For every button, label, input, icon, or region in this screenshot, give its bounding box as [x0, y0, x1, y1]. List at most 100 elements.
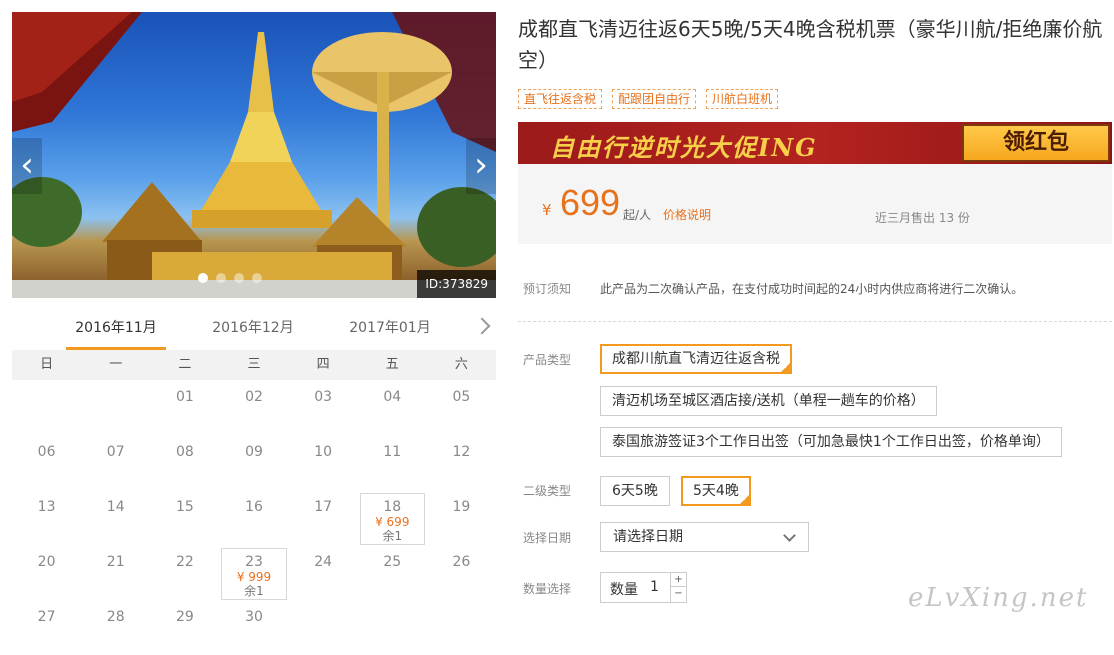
tab-month-2017-01[interactable]: 2017年01月: [340, 310, 440, 350]
calendar-day-available[interactable]: 23 ¥ 999 余1: [219, 545, 288, 600]
promo-banner[interactable]: 自由行逆时光大促ING 领红包: [518, 122, 1112, 164]
subtype-option[interactable]: 5天4晚 ✓: [681, 476, 751, 506]
temple-illustration: [12, 12, 496, 298]
calendar-next-icon[interactable]: [473, 317, 491, 335]
calendar-day: 10: [289, 435, 358, 490]
option-label: 泰国旅游签证3个工作日出签（可加急最快1个工作日出签，价格单询）: [612, 434, 1050, 450]
site-watermark: eLvXing.net: [908, 583, 1089, 613]
tab-month-2016-11[interactable]: 2016年11月: [66, 310, 166, 350]
calendar-day: 12: [427, 435, 496, 490]
calendar-day: 29: [150, 600, 219, 655]
gallery-dot[interactable]: [252, 273, 262, 283]
product-photo: ‹ › ID:373829: [12, 12, 496, 298]
calendar-day: 06: [12, 435, 81, 490]
calendar-day: [289, 600, 358, 655]
product-tag: 直飞往返含税: [518, 89, 603, 109]
calendar-week-row: 01 02 03 04 05: [12, 380, 496, 435]
calendar-grid: 01 02 03 04 05 06 07 08 09 10 11 12 13 14 15 16 17 18 ¥ 69…: [12, 380, 496, 655]
calendar-day-number: 26: [452, 554, 471, 570]
product-type-label: 产品类型: [523, 353, 572, 367]
weekday-label: 三: [247, 357, 261, 372]
gallery-dot[interactable]: [234, 273, 244, 283]
calendar-day: 09: [219, 435, 288, 490]
gallery-dot[interactable]: [216, 273, 226, 283]
chevron-down-icon: [783, 529, 796, 542]
product-type-option[interactable]: 成都川航直飞清迈往返含税 ✓: [600, 344, 792, 374]
section-divider: [518, 321, 1112, 322]
quantity-value[interactable]: 1: [650, 579, 659, 595]
tab-month-2016-12[interactable]: 2016年12月: [203, 310, 303, 350]
calendar-day-number: 07: [106, 444, 125, 460]
calendar-day: 20: [12, 545, 81, 600]
calendar-day-number: 13: [37, 499, 56, 515]
calendar-day-available[interactable]: 18 ¥ 699 余1: [358, 490, 427, 545]
calendar-day-number: 27: [37, 609, 56, 625]
weekday-label: 六: [454, 357, 468, 372]
calendar-day-remaining: 余1: [382, 529, 403, 543]
calendar-day-number: 09: [245, 444, 263, 460]
calendar-day-number: 12: [452, 444, 471, 460]
calendar-day: [427, 600, 496, 655]
calendar-day-number: 20: [37, 554, 56, 570]
weekday-label: 二: [178, 357, 192, 372]
date-label: 选择日期: [523, 531, 572, 545]
subtype-option[interactable]: 6天5晚: [600, 476, 670, 506]
calendar-day: 15: [150, 490, 219, 545]
price-unit: 起/人: [623, 208, 652, 222]
calendar-day-number: 23: [245, 554, 263, 570]
calendar-day: 24: [289, 545, 358, 600]
increment-button[interactable]: +: [671, 573, 686, 587]
product-tag: 川航白班机: [706, 89, 779, 109]
price-explain-link[interactable]: 价格说明: [663, 206, 711, 223]
gallery-next-button[interactable]: ›: [466, 138, 496, 194]
calendar-day: 25: [358, 545, 427, 600]
calendar-week-row: 06 07 08 09 10 11 12: [12, 435, 496, 490]
date-select-value: 请选择日期: [613, 529, 683, 545]
calendar-day-remaining: 余1: [244, 584, 264, 598]
calendar-day-number: 18: [383, 499, 402, 515]
calendar-day: 11: [358, 435, 427, 490]
calendar-day-number: 16: [245, 499, 263, 515]
product-type-option[interactable]: 清迈机场至城区酒店接/送机（单程一趟车的价格）: [600, 386, 937, 416]
calendar-day-price: ¥ 699: [375, 515, 410, 529]
red-packet-button[interactable]: 领红包: [962, 124, 1110, 162]
subtype-label: 二级类型: [523, 484, 572, 498]
gallery-dot[interactable]: [198, 273, 208, 283]
calendar-day-number: 19: [452, 499, 471, 515]
product-tag: 配跟团自由行: [612, 89, 697, 109]
calendar-day-number: 14: [106, 499, 125, 515]
weekday-label: 四: [316, 357, 330, 372]
calendar-week-row: 13 14 15 16 17 18 ¥ 699 余1 19: [12, 490, 496, 545]
calendar-day: 13: [12, 490, 81, 545]
date-select[interactable]: 请选择日期: [600, 522, 809, 552]
gallery-prev-button[interactable]: ‹: [12, 138, 42, 194]
calendar-day-number: 28: [106, 609, 125, 625]
calendar-day-number: 24: [314, 554, 333, 570]
calendar-day-number: 10: [314, 444, 333, 460]
calendar-day: 26: [427, 545, 496, 600]
calendar-day: 30: [219, 600, 288, 655]
calendar-day-price: ¥ 999: [236, 570, 272, 584]
calendar-day-number: 02: [245, 389, 263, 405]
calendar-day-number: 25: [383, 554, 402, 570]
price-panel: ¥ 699 起/人 价格说明 近三月售出 13 份: [518, 164, 1112, 244]
price-currency: ¥: [542, 201, 552, 219]
decrement-button[interactable]: −: [671, 587, 686, 601]
calendar-week-row: 27 28 29 30: [12, 600, 496, 655]
quantity-stepper[interactable]: 数量 1 + −: [600, 572, 687, 603]
photo-id-badge: ID:373829: [417, 270, 496, 298]
calendar-day-number: 03: [314, 389, 333, 405]
weekday-label: 日: [40, 357, 54, 372]
calendar-day: [81, 380, 150, 435]
calendar-day: 17: [289, 490, 358, 545]
notice-label: 预订须知: [523, 282, 572, 296]
product-tags: 直飞往返含税 配跟团自由行 川航白班机: [518, 89, 779, 109]
promo-text: 自由行逆时光大促ING: [550, 133, 818, 162]
option-label: 5天4晚: [693, 483, 739, 499]
calendar-day-number: 04: [383, 389, 402, 405]
price-amount: 699: [560, 182, 621, 223]
option-label: 成都川航直飞清迈往返含税: [612, 351, 780, 367]
calendar-day-number: 11: [383, 444, 402, 460]
product-type-option[interactable]: 泰国旅游签证3个工作日出签（可加急最快1个工作日出签，价格单询）: [600, 427, 1062, 457]
calendar-day-number: 21: [106, 554, 125, 570]
